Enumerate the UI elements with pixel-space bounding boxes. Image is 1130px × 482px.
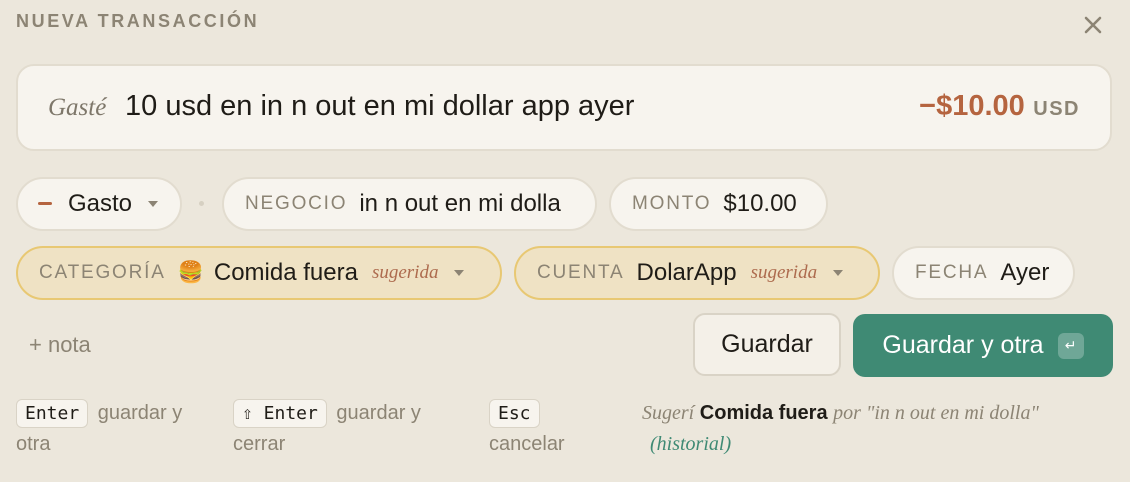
minus-icon	[38, 202, 52, 205]
account-label: CUENTA	[537, 262, 625, 283]
date-value: Ayer	[1000, 259, 1050, 286]
category-label: CATEGORÍA	[39, 262, 166, 283]
chevron-down-icon	[833, 270, 844, 276]
shortcut-desc: cancelar	[489, 433, 565, 455]
entry-currency: USD	[1033, 98, 1080, 120]
date-label: FECHA	[915, 262, 989, 283]
shortcut-desc: guardar y	[336, 402, 421, 424]
burger-icon: 🍔	[177, 261, 204, 284]
save-button[interactable]: Guardar	[693, 313, 841, 376]
add-note-link[interactable]: + nota	[29, 332, 91, 358]
suggestion-note: Sugerí Comida fuera por "in n out en mi …	[642, 398, 1112, 460]
account-value: DolarApp	[636, 259, 737, 286]
entry-text: 10 usd en in n out en mi dollar app ayer	[125, 90, 635, 122]
suggestion-category: Comida fuera	[699, 402, 828, 424]
new-transaction-panel: NUEVA TRANSACCIÓN Gasté 10 usd en in n o…	[0, 0, 1130, 482]
shortcut-desc: guardar y	[97, 402, 183, 424]
enter-key: Enter	[16, 399, 89, 429]
save-and-new-button[interactable]: Guardar y otra ↵	[853, 314, 1113, 377]
separator-dot	[199, 201, 204, 206]
type-value: Gasto	[68, 190, 133, 217]
shortcut-esc: Esc cancelar	[489, 398, 629, 460]
date-field[interactable]: FECHA Ayer	[892, 246, 1075, 300]
chevron-down-icon	[148, 201, 159, 207]
shortcut-shift-enter: ⇧ Enter guardar y cerrar	[233, 398, 463, 460]
merchant-label: NEGOCIO	[245, 193, 348, 214]
panel-title: NUEVA TRANSACCIÓN	[16, 11, 260, 31]
merchant-value: in n out en mi dolla	[359, 190, 561, 217]
category-value: Comida fuera	[213, 259, 358, 286]
entry-prefix: Gasté	[48, 94, 107, 121]
shortcut-desc: cerrar	[233, 433, 286, 455]
esc-key: Esc	[489, 399, 540, 429]
account-suggested-tag: sugerida	[750, 262, 818, 283]
entry-amount: −$10.00 USD	[919, 90, 1080, 123]
merchant-field[interactable]: NEGOCIO in n out en mi dolla	[222, 177, 597, 231]
chevron-down-icon	[454, 270, 465, 276]
category-suggested-tag: sugerida	[371, 262, 439, 283]
category-select[interactable]: CATEGORÍA 🍔 Comida fuera sugerida	[16, 246, 502, 300]
amount-field[interactable]: MONTO $10.00	[609, 177, 828, 231]
shortcut-desc: otra	[16, 433, 51, 455]
enter-key-icon: ↵	[1057, 332, 1084, 359]
suggestion-source: (historial)	[650, 433, 732, 455]
account-select[interactable]: CUENTA DolarApp sugerida	[514, 246, 880, 300]
entry-amount-value: −$10.00	[919, 90, 1025, 122]
shortcut-enter: Enter guardar y otra	[16, 398, 216, 460]
close-icon	[1084, 16, 1102, 34]
natural-language-input[interactable]: Gasté 10 usd en in n out en mi dollar ap…	[16, 64, 1112, 151]
suggestion-prefix: Sugerí	[642, 402, 695, 424]
amount-label: MONTO	[632, 193, 712, 214]
type-select[interactable]: Gasto	[16, 177, 182, 231]
save-button-label: Guardar	[721, 330, 813, 358]
amount-value: $10.00	[723, 190, 797, 217]
save-and-new-label: Guardar y otra	[882, 331, 1044, 359]
shift-enter-key: ⇧ Enter	[233, 399, 327, 429]
suggestion-middle: por "in n out en mi dolla"	[833, 402, 1039, 424]
close-button[interactable]	[1080, 12, 1106, 38]
